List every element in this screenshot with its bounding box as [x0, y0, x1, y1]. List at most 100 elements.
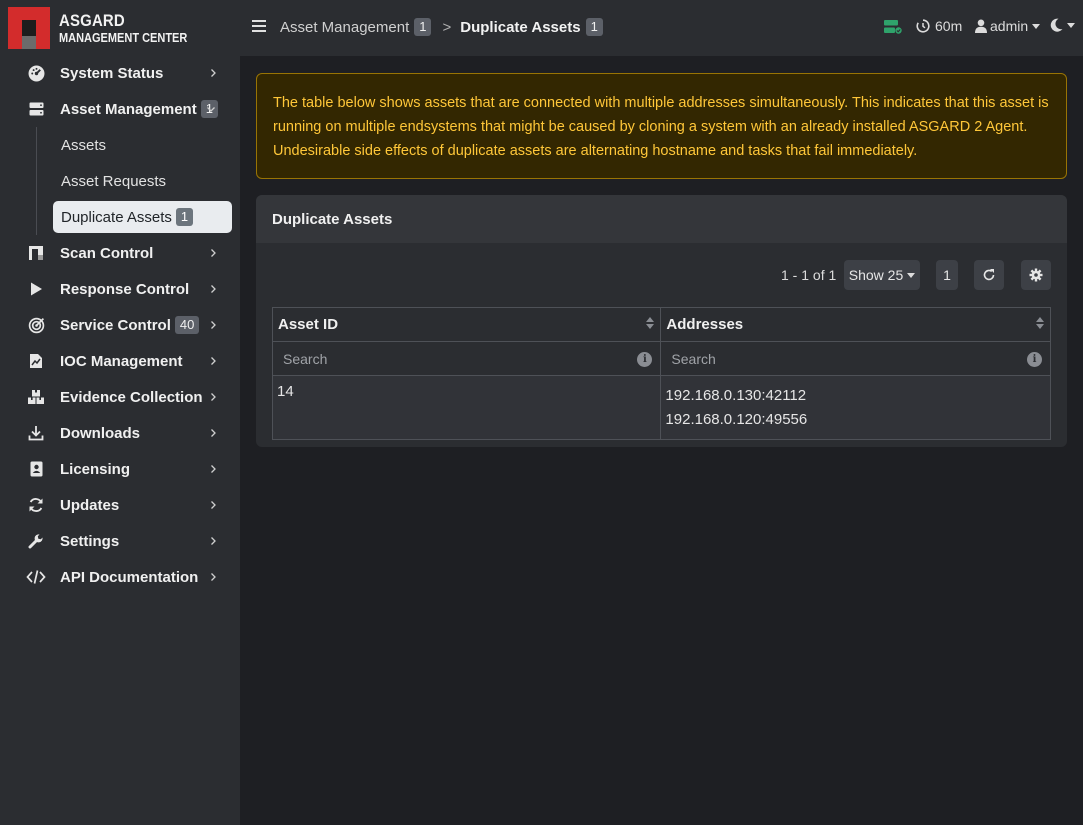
page-size-label: Show 25	[848, 267, 904, 283]
sidebar-item-asset-management[interactable]: Asset Management 1	[0, 91, 240, 127]
sidebar-item-updates[interactable]: Updates	[0, 487, 240, 523]
sidebar-item-ioc-management[interactable]: IOC Management	[0, 343, 240, 379]
sidebar-item-api-documentation[interactable]: API Documentation	[0, 559, 240, 595]
sidebar-subitem-asset-requests[interactable]: Asset Requests	[0, 163, 240, 199]
service-control-badge: 40	[174, 316, 200, 334]
breadcrumb-parent[interactable]: Asset Management	[280, 19, 409, 36]
table-toolbar: 1 - 1 of 1 Show 25 1	[256, 259, 1067, 291]
page-button[interactable]: 1	[936, 260, 958, 290]
asset-id-search-field[interactable]: Search i	[271, 341, 662, 376]
top-bar: Asset Management 1 > Duplicate Assets 1 …	[240, 0, 1083, 56]
chevron-right-icon	[211, 69, 216, 77]
menu-toggle-icon[interactable]	[252, 20, 266, 34]
sidebar-item-label: Downloads	[60, 424, 141, 442]
column-header-addresses[interactable]: Addresses	[660, 307, 1051, 342]
chevron-right-icon	[211, 321, 216, 329]
settings-button[interactable]	[1021, 260, 1051, 290]
moon-icon	[1050, 18, 1063, 32]
duplicate-assets-card: Duplicate Assets 1 - 1 of 1 Show 25 1 As…	[256, 195, 1067, 447]
breadcrumb: Asset Management 1 > Duplicate Assets 1	[280, 18, 603, 36]
gauge-icon	[26, 63, 46, 83]
chevron-right-icon	[211, 501, 216, 509]
card-title: Duplicate Assets	[256, 195, 1067, 244]
scan-icon	[26, 243, 46, 263]
sidebar-subitem-label: Duplicate Assets	[61, 209, 172, 226]
addresses-cell: 192.168.0.130:42112 192.168.0.120:49556	[660, 375, 1051, 440]
sidebar-item-label: Evidence Collection	[60, 388, 203, 406]
breadcrumb-current: Duplicate Assets	[460, 18, 581, 36]
warning-alert: The table below shows assets that are co…	[256, 73, 1067, 179]
info-icon[interactable]: i	[637, 352, 653, 367]
chevron-right-icon	[211, 357, 216, 365]
breadcrumb-parent-badge: 1	[414, 18, 432, 36]
page-size-dropdown[interactable]: Show 25	[844, 260, 920, 290]
search-placeholder: Search	[671, 350, 716, 367]
chevron-down-icon	[207, 107, 215, 112]
sidebar-subitem-label: Assets	[61, 136, 107, 154]
chevron-right-icon	[211, 537, 216, 545]
table-filter-row: Search i Search i	[271, 341, 1051, 376]
sidebar-subitem-label: Asset Requests	[61, 172, 167, 190]
sidebar-item-settings[interactable]: Settings	[0, 523, 240, 559]
sidebar-item-scan-control[interactable]: Scan Control	[0, 235, 240, 271]
sort-icon[interactable]	[646, 317, 655, 331]
sync-icon	[26, 495, 46, 515]
sidebar-item-label: Service Control	[60, 317, 171, 334]
user-menu[interactable]: admin	[975, 18, 1041, 34]
file-chart-icon	[26, 351, 46, 371]
refresh-button[interactable]	[974, 260, 1004, 290]
server-status-icon[interactable]	[884, 20, 902, 34]
caret-down-icon	[907, 272, 916, 278]
address-item: 192.168.0.120:49556	[665, 411, 808, 428]
duplicate-assets-table: Asset ID Addresses Search i Search i 14 …	[271, 307, 1051, 440]
sidebar-item-evidence-collection[interactable]: Evidence Collection	[0, 379, 240, 415]
alert-text: The table below shows assets that are co…	[273, 95, 1049, 159]
download-icon	[26, 423, 46, 443]
sidebar-item-service-control[interactable]: Service Control 40	[0, 307, 240, 343]
sidebar-item-licensing[interactable]: Licensing	[0, 451, 240, 487]
sort-icon[interactable]	[1036, 317, 1044, 331]
code-icon	[26, 567, 46, 587]
sidebar-item-response-control[interactable]: Response Control	[0, 271, 240, 307]
table-header-row: Asset ID Addresses	[271, 307, 1051, 342]
sidebar-item-label: System Status	[60, 64, 164, 82]
column-header-asset-id[interactable]: Asset ID	[271, 307, 662, 342]
id-badge-icon	[26, 459, 46, 479]
target-icon	[26, 315, 46, 335]
sidebar-item-system-status[interactable]: System Status	[0, 55, 240, 91]
info-icon[interactable]: i	[1027, 352, 1042, 367]
chevron-right-icon	[211, 573, 216, 581]
page-number: 1	[943, 267, 951, 283]
caret-down-icon	[1032, 23, 1041, 29]
addresses-search-field[interactable]: Search i	[660, 341, 1051, 376]
caret-down-icon	[1067, 22, 1075, 28]
table-row[interactable]: 14 192.168.0.130:42112 192.168.0.120:495…	[271, 375, 1051, 440]
sidebar: ASGARD MANAGEMENT CENTER System Status A…	[0, 0, 240, 825]
brand-subtitle: MANAGEMENT CENTER	[59, 30, 188, 45]
sidebar-subitem-assets[interactable]: Assets	[0, 127, 240, 163]
chevron-right-icon	[211, 249, 216, 257]
sidebar-item-label: Updates	[60, 496, 120, 514]
chevron-right-icon	[211, 393, 216, 401]
column-header-label: Addresses	[666, 316, 744, 333]
sidebar-item-label: Settings	[60, 532, 120, 550]
brand-logo[interactable]: ASGARD MANAGEMENT CENTER	[8, 6, 205, 50]
sidebar-item-label: IOC Management	[60, 352, 183, 370]
sidebar-item-label: API Documentation	[60, 568, 199, 586]
user-icon	[975, 19, 987, 33]
sidebar-subitem-duplicate-assets[interactable]: Duplicate Assets 1	[0, 199, 240, 235]
theme-toggle[interactable]	[1050, 18, 1075, 32]
column-header-label: Asset ID	[278, 316, 339, 333]
sidebar-item-label: Scan Control	[60, 244, 154, 262]
pagination-info: 1 - 1 of 1	[781, 267, 837, 283]
session-timer[interactable]: 60m	[916, 18, 962, 34]
sidebar-item-label: Licensing	[60, 460, 131, 478]
gear-icon	[1029, 268, 1043, 282]
chevron-right-icon	[211, 429, 216, 437]
breadcrumb-current-badge: 1	[585, 18, 603, 36]
sidebar-item-downloads[interactable]: Downloads	[0, 415, 240, 451]
timer-icon	[916, 19, 930, 33]
sidebar-item-label: Asset Management	[60, 101, 197, 118]
address-item: 192.168.0.130:42112	[665, 387, 807, 404]
timer-label: 60m	[935, 18, 963, 34]
